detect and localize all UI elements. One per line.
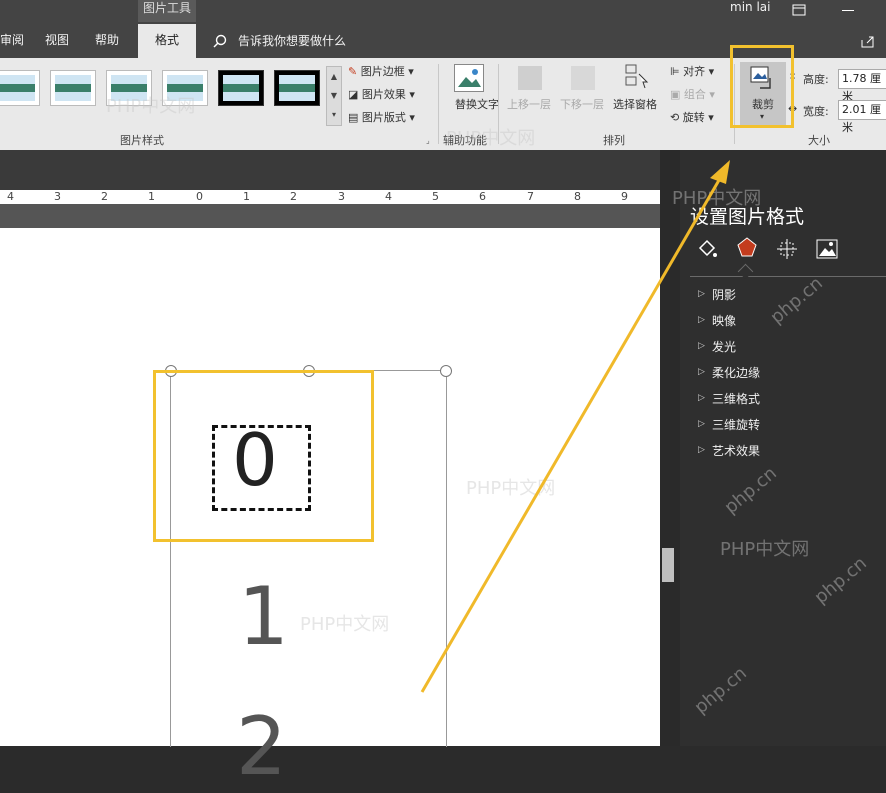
expand-arrow-icon[interactable]: ▷ — [698, 315, 705, 325]
context-tab-group-label: 图片工具 — [138, 0, 196, 22]
height-input[interactable]: 1.78 厘米 — [838, 69, 886, 103]
pen-icon: ✎ — [348, 65, 358, 78]
pane-divider — [690, 276, 886, 277]
effects-icon: ◪ — [348, 88, 359, 101]
picture-style-thumbnail[interactable] — [274, 70, 320, 106]
pane-item-soft-edges[interactable]: 柔化边缘 — [712, 364, 760, 381]
alt-text-button[interactable]: 替换文字 — [455, 96, 499, 112]
expand-arrow-icon[interactable]: ▷ — [698, 341, 705, 351]
height-label: 高度: — [803, 73, 829, 86]
group-icon: ▣ — [670, 88, 681, 101]
watermark: PHP中文网 — [720, 539, 810, 560]
picture-layout-button[interactable]: ▤ 图片版式 ▾ — [348, 109, 415, 125]
rotate-button[interactable]: ⟲ 旋转 ▾ — [670, 109, 714, 125]
send-backward-icon — [571, 66, 595, 90]
expand-arrow-icon[interactable]: ▷ — [698, 419, 705, 429]
group-label-arrange: 排列 — [603, 134, 625, 147]
bring-forward-button[interactable]: 上移一层 — [507, 96, 551, 112]
digit-one: 1 — [238, 570, 289, 663]
selection-pane-icon — [625, 64, 649, 93]
watermark: PHP中文网 — [300, 614, 390, 635]
pane-item-artistic-effects[interactable]: 艺术效果 — [712, 442, 760, 459]
pane-item-glow[interactable]: 发光 — [712, 338, 736, 355]
watermark: PHP中文网 — [466, 478, 556, 499]
picture-style-thumbnail[interactable] — [218, 70, 264, 106]
minimize-icon[interactable] — [842, 0, 854, 11]
horizontal-ruler: 4 3 2 1 0 1 2 3 4 5 6 7 8 9 — [0, 190, 660, 204]
scrollbar-thumb[interactable] — [662, 548, 674, 582]
size-properties-icon[interactable] — [776, 238, 798, 264]
ruler-background — [0, 150, 660, 190]
rotate-icon: ⟲ — [670, 111, 680, 124]
pane-item-3d-format[interactable]: 三维格式 — [712, 390, 760, 407]
alt-text-icon — [454, 64, 484, 92]
expand-arrow-icon[interactable]: ▷ — [698, 445, 705, 455]
group-button[interactable]: ▣ 组合 ▾ — [670, 86, 715, 102]
dialog-launcher-icon[interactable]: ⌟ — [426, 136, 430, 145]
gallery-scroll-buttons[interactable]: ▲ ▼ ▾ — [326, 66, 342, 126]
width-label: 宽度: — [803, 105, 829, 118]
share-icon[interactable] — [860, 33, 876, 52]
picture-style-thumbnail[interactable] — [0, 70, 40, 106]
align-button[interactable]: ⊫ 对齐 ▾ — [670, 63, 714, 79]
expand-arrow-icon[interactable]: ▷ — [698, 289, 705, 299]
picture-style-thumbnail[interactable] — [50, 70, 96, 106]
fill-line-icon[interactable] — [696, 238, 718, 264]
vertical-scrollbar[interactable] — [660, 150, 680, 746]
expand-arrow-icon[interactable]: ▷ — [698, 367, 705, 377]
group-label-size: 大小 — [808, 134, 830, 147]
layout-icon: ▤ — [348, 111, 359, 124]
send-backward-button[interactable]: 下移一层 — [560, 96, 604, 112]
group-separator — [438, 64, 439, 144]
bring-forward-icon — [518, 66, 542, 90]
tell-me-search[interactable]: 告诉我你想要做什么 — [238, 32, 346, 49]
watermark: PHP中文网 — [106, 96, 196, 117]
pane-item-3d-rotation[interactable]: 三维旋转 — [712, 416, 760, 433]
picture-highlight-box — [153, 370, 374, 542]
tab-view[interactable]: 视图 — [45, 24, 69, 58]
group-label-picture-styles: 图片样式 — [120, 134, 164, 147]
width-input[interactable]: 2.01 厘米 — [838, 100, 886, 134]
tab-help[interactable]: 帮助 — [95, 24, 119, 58]
document-margin — [0, 204, 660, 228]
pane-item-reflection[interactable]: 映像 — [712, 312, 736, 329]
pane-item-shadow[interactable]: 阴影 — [712, 286, 736, 303]
selection-pane-button[interactable]: 选择窗格 — [613, 96, 657, 112]
effects-pentagon-icon[interactable] — [736, 236, 758, 262]
picture-icon[interactable] — [816, 238, 838, 264]
watermark: PHP中文网 — [446, 128, 536, 149]
picture-border-button[interactable]: ✎ 图片边框 ▾ — [348, 63, 414, 79]
align-icon: ⊫ — [670, 65, 680, 78]
ribbon-display-options-icon[interactable] — [792, 1, 806, 20]
crop-highlight-box — [730, 45, 794, 128]
picture-effects-button[interactable]: ◪ 图片效果 ▾ — [348, 86, 415, 102]
watermark: PHP中文网 — [672, 188, 762, 209]
tab-format[interactable]: 格式 — [138, 24, 196, 58]
digit-two: 2 — [236, 700, 287, 793]
user-name[interactable]: min lai — [730, 0, 770, 14]
expand-arrow-icon[interactable]: ▷ — [698, 393, 705, 403]
search-icon[interactable] — [213, 33, 227, 52]
tab-review[interactable]: 审阅 — [0, 24, 24, 58]
resize-handle[interactable] — [440, 365, 452, 377]
